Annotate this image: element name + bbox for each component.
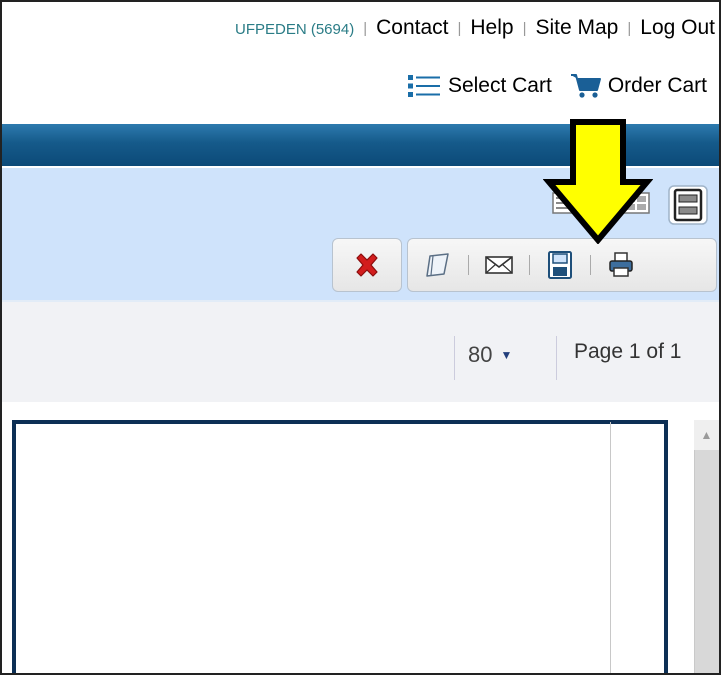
select-cart-button[interactable]: Select Cart — [406, 73, 552, 99]
page-size-value: 80 — [468, 342, 493, 367]
folder-button[interactable] — [408, 243, 468, 287]
action-toolbar — [407, 238, 717, 292]
link-separator: | — [522, 20, 527, 37]
chevron-down-icon: ▼ — [500, 348, 513, 362]
document-column-divider — [610, 422, 611, 673]
detail-view-button[interactable] — [668, 185, 708, 225]
user-account[interactable]: UFPEDEN (5694) — [235, 21, 354, 38]
print-icon — [609, 252, 633, 277]
top-links: UFPEDEN (5694) | Contact | Help | Site Map | Log… — [235, 16, 715, 40]
detail-view-icon — [668, 185, 708, 225]
order-cart-label: Order Cart — [607, 74, 707, 97]
folder-icon — [426, 253, 449, 277]
email-button[interactable] — [469, 243, 529, 287]
page-info: Page 1 of 1 — [574, 340, 682, 363]
log-out-link[interactable]: Log Out — [640, 16, 715, 39]
red-x-icon — [356, 253, 378, 277]
pagination-divider — [454, 336, 455, 380]
select-cart-label: Select Cart — [447, 74, 552, 97]
delete-button[interactable] — [332, 238, 402, 292]
email-icon — [485, 256, 513, 274]
contact-link[interactable]: Contact — [376, 16, 448, 39]
page-size-select[interactable]: 80 ▼ — [468, 342, 512, 368]
yellow-arrow-annotation — [543, 119, 653, 244]
order-cart-button[interactable]: Order Cart — [570, 72, 707, 100]
shopping-cart-icon — [570, 74, 601, 98]
screenshot-frame: UFPEDEN (5694) | Contact | Help | Site Map | Log… — [0, 0, 721, 675]
cart-bar: Select Cart Order Cart — [406, 72, 707, 100]
link-separator: | — [627, 20, 632, 37]
scroll-up-arrow-icon[interactable]: ▲ — [694, 420, 719, 450]
site-map-link[interactable]: Site Map — [535, 16, 618, 39]
pagination-divider — [556, 336, 557, 380]
list-icon — [407, 75, 440, 97]
link-separator: | — [457, 20, 462, 37]
print-button[interactable] — [591, 243, 651, 287]
save-icon — [548, 251, 572, 279]
document-viewer — [12, 420, 668, 673]
vertical-scrollbar[interactable] — [694, 420, 719, 673]
link-separator: | — [363, 20, 368, 37]
save-button[interactable] — [530, 243, 590, 287]
help-link[interactable]: Help — [470, 16, 513, 39]
